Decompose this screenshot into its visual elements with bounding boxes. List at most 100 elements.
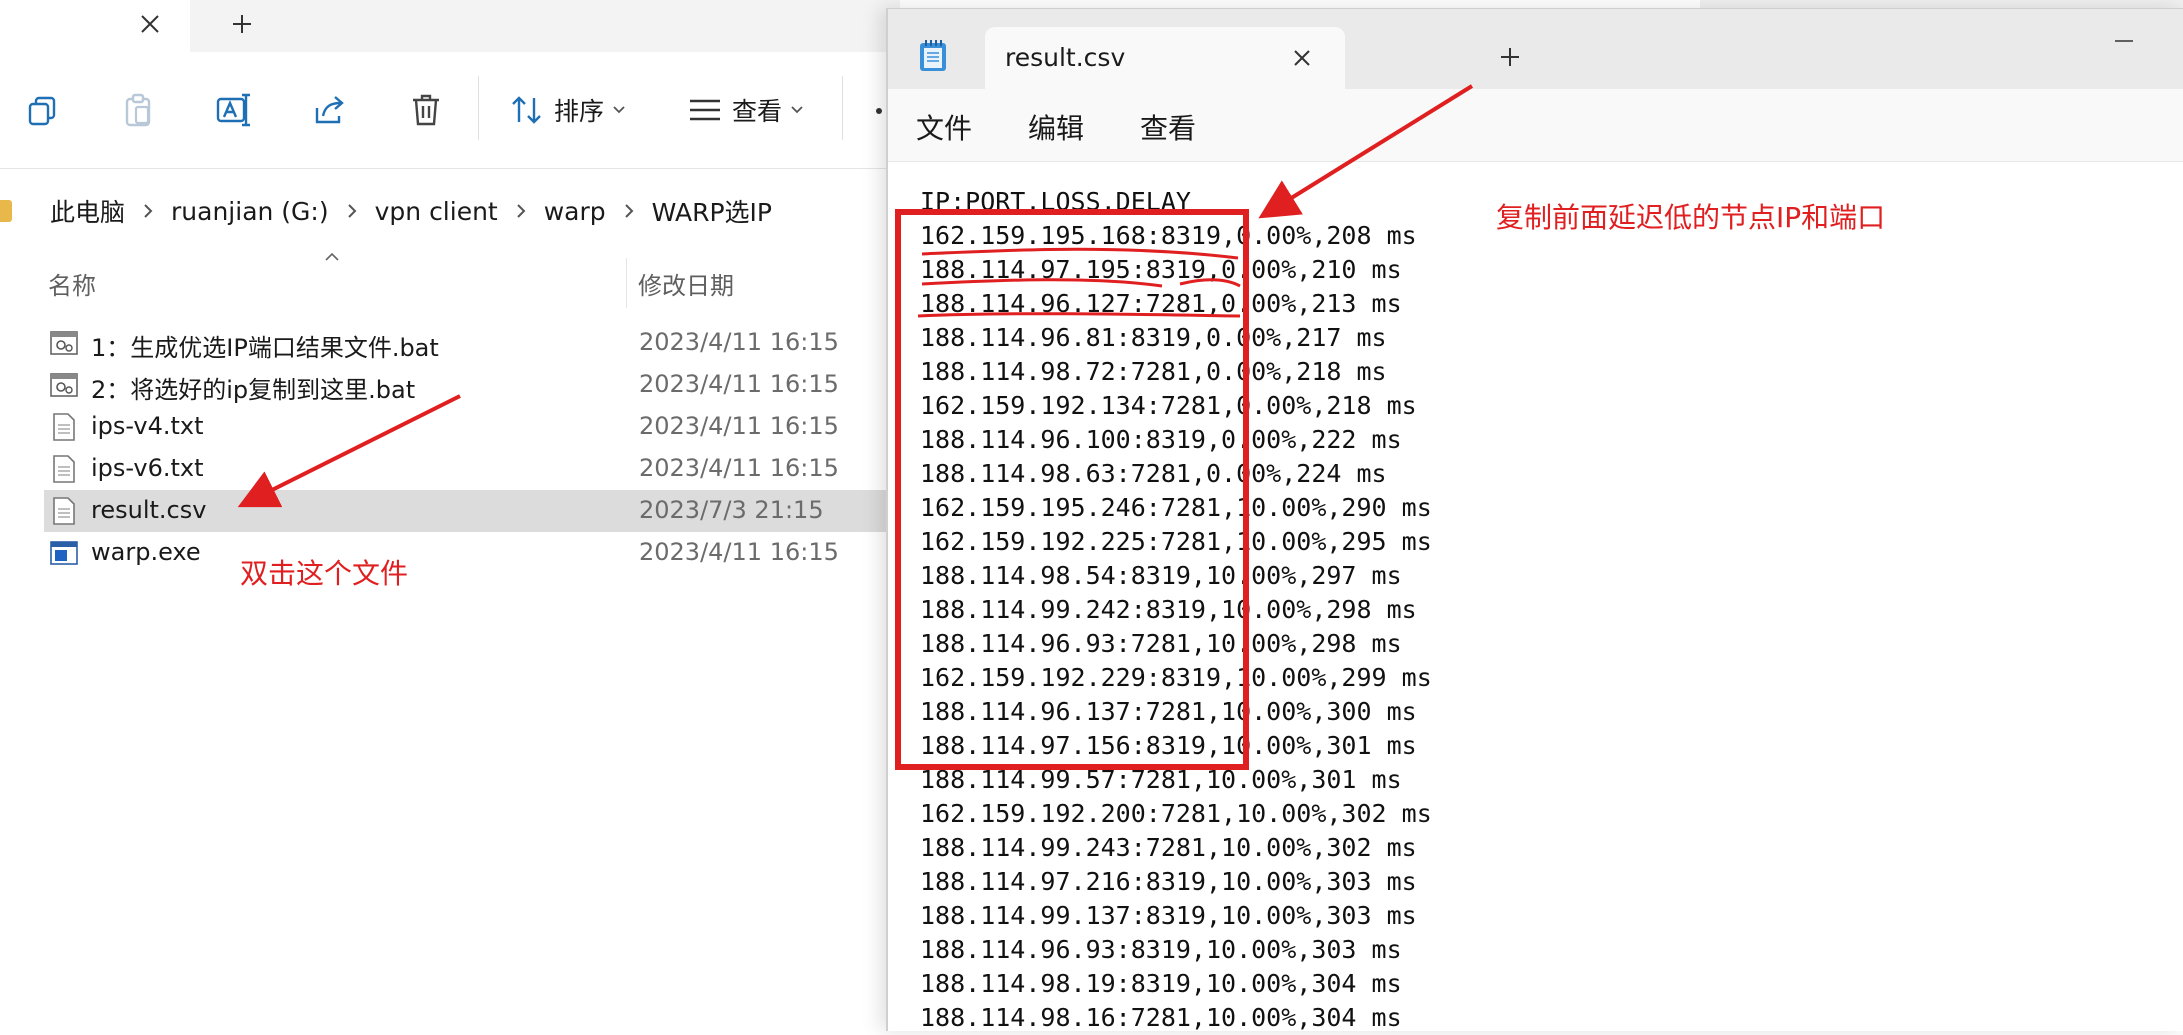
background-window: [1700, 0, 2183, 8]
minimize-icon[interactable]: [2106, 23, 2142, 59]
file-row-selected[interactable]: result.csv 2023/7/3 21:15: [44, 490, 900, 532]
csv-line: 188.114.99.242:8319,10.00%,298 ms: [920, 595, 1417, 624]
toolbar-separator: [842, 76, 843, 140]
column-header-name[interactable]: 名称: [48, 266, 96, 301]
toolbar-separator: [478, 76, 479, 140]
notepad-app-icon: [918, 39, 948, 77]
annotation-double-click: 双击这个文件: [240, 557, 409, 590]
file-row[interactable]: ips-v6.txt 2023/4/11 16:15: [44, 448, 900, 490]
breadcrumb-item[interactable]: vpn client: [375, 197, 498, 226]
csv-header-line: IP:PORT,LOSS,DELAY: [920, 187, 1191, 216]
file-date: 2023/4/11 16:15: [639, 328, 839, 356]
exe-file-icon: [50, 539, 78, 567]
close-tab-icon[interactable]: [132, 6, 168, 42]
notepad-tab-bar: result.csv: [888, 9, 2183, 89]
csv-line: 162.159.192.225:7281,10.00%,295 ms: [920, 527, 1432, 556]
file-date: 2023/4/11 16:15: [639, 454, 839, 482]
file-date: 2023/7/3 21:15: [639, 496, 824, 524]
menu-view[interactable]: 查看: [1140, 107, 1196, 147]
breadcrumb-item[interactable]: 此电脑: [50, 193, 125, 229]
view-button[interactable]: 查看: [688, 90, 804, 130]
chevron-right-icon: [346, 202, 358, 220]
notepad-tab[interactable]: result.csv: [985, 27, 1345, 89]
csv-line: 188.114.96.93:8319,10.00%,303 ms: [920, 935, 1402, 964]
file-list-header: 名称 修改日期: [0, 252, 900, 316]
csv-line: 188.114.98.72:7281,0.00%,218 ms: [920, 357, 1387, 386]
annotation-copy-hint: 复制前面延迟低的节点IP和端口: [1496, 201, 1886, 234]
file-row[interactable]: 2：将选好的ip复制到这里.bat 2023/4/11 16:15: [44, 364, 900, 406]
paste-icon[interactable]: [118, 90, 158, 130]
csv-line: 162.159.192.229:8319,10.00%,299 ms: [920, 663, 1432, 692]
csv-line: 188.114.98.19:8319,10.00%,304 ms: [920, 969, 1402, 998]
chevron-down-icon: [791, 106, 803, 114]
csv-line: 162.159.192.200:7281,10.00%,302 ms: [920, 799, 1432, 828]
file-name: result.csv: [91, 496, 207, 524]
sort-button[interactable]: 排序: [510, 90, 626, 130]
tab-title: result.csv: [1005, 43, 1126, 72]
bat-file-icon: [50, 371, 78, 399]
folder-icon: [0, 200, 12, 222]
csv-line: 162.159.195.168:8319,0.00%,208 ms: [920, 221, 1417, 250]
sort-label: 排序: [554, 97, 605, 126]
share-icon[interactable]: [310, 90, 350, 130]
new-tab-icon[interactable]: [224, 6, 260, 42]
file-name: warp.exe: [91, 538, 201, 566]
breadcrumb-item[interactable]: ruanjian (G:): [171, 197, 329, 226]
file-row[interactable]: warp.exe 2023/4/11 16:15: [44, 532, 900, 574]
breadcrumb-item[interactable]: WARP选IP: [652, 193, 772, 229]
csv-line: 188.114.99.57:7281,10.00%,301 ms: [920, 765, 1402, 794]
file-name: ips-v4.txt: [91, 412, 204, 440]
explorer-command-bar: 排序 查看: [0, 52, 900, 169]
file-date: 2023/4/11 16:15: [639, 412, 839, 440]
explorer-tab-bar: [0, 0, 900, 52]
csv-line: 188.114.97.195:8319,0.00%,210 ms: [920, 255, 1402, 284]
csv-line: 188.114.96.127:7281,0.00%,213 ms: [920, 289, 1402, 318]
bat-file-icon: [50, 329, 78, 357]
csv-line: 162.159.192.134:7281,0.00%,218 ms: [920, 391, 1417, 420]
more-options-icon[interactable]: [876, 108, 882, 114]
text-editor[interactable]: IP:PORT,LOSS,DELAY 162.159.195.168:8319,…: [920, 185, 1432, 1035]
csv-line: 188.114.99.137:8319,10.00%,303 ms: [920, 901, 1417, 930]
sort-ascending-icon: [325, 252, 339, 261]
explorer-tab[interactable]: [0, 0, 190, 52]
notepad-menu-bar: 文件 编辑 查看: [888, 89, 2183, 162]
file-name: 1：生成优选IP端口结果文件.bat: [91, 334, 439, 362]
file-row[interactable]: ips-v4.txt 2023/4/11 16:15: [44, 406, 900, 448]
close-tab-icon[interactable]: [1285, 41, 1319, 75]
csv-line: 188.114.99.243:7281,10.00%,302 ms: [920, 833, 1417, 862]
csv-line: 188.114.96.81:8319,0.00%,217 ms: [920, 323, 1387, 352]
chevron-right-icon: [142, 202, 154, 220]
menu-file[interactable]: 文件: [916, 107, 972, 147]
file-date: 2023/4/11 16:15: [639, 538, 839, 566]
copy-icon[interactable]: [22, 90, 62, 130]
text-file-icon: [50, 413, 78, 441]
file-name: 2：将选好的ip复制到这里.bat: [91, 376, 416, 404]
column-header-date[interactable]: 修改日期: [638, 266, 734, 301]
column-divider[interactable]: [626, 258, 627, 308]
csv-line: 188.114.96.137:7281,10.00%,300 ms: [920, 697, 1417, 726]
chevron-down-icon: [613, 106, 625, 114]
breadcrumb-item[interactable]: warp: [544, 197, 606, 226]
sort-icon: [512, 96, 541, 124]
chevron-right-icon: [515, 202, 527, 220]
csv-line: 188.114.98.16:7281,10.00%,304 ms: [920, 1003, 1402, 1032]
menu-edit[interactable]: 编辑: [1028, 107, 1084, 147]
breadcrumb: 此电脑 ruanjian (G:) vpn client warp WARP选I…: [0, 184, 900, 238]
file-explorer-window: 排序 查看 此电脑 ruanjian (G:) vpn client warp …: [0, 0, 900, 1030]
csv-line: 188.114.96.93:7281,10.00%,298 ms: [920, 629, 1402, 658]
file-date: 2023/4/11 16:15: [639, 370, 839, 398]
chevron-right-icon: [623, 202, 635, 220]
new-tab-icon[interactable]: [1492, 39, 1528, 75]
csv-line: 188.114.97.156:8319,10.00%,301 ms: [920, 731, 1417, 760]
delete-icon[interactable]: [406, 90, 446, 130]
csv-line: 188.114.96.100:8319,0.00%,222 ms: [920, 425, 1402, 454]
csv-line: 162.159.195.246:7281,10.00%,290 ms: [920, 493, 1432, 522]
file-row[interactable]: 1：生成优选IP端口结果文件.bat 2023/4/11 16:15: [44, 322, 900, 364]
csv-line: 188.114.98.63:7281,0.00%,224 ms: [920, 459, 1387, 488]
notepad-window: result.csv 文件 编辑 查看 IP:PORT,LOSS,DELAY 1…: [886, 8, 2183, 1032]
rename-icon[interactable]: [214, 90, 254, 130]
text-file-icon: [50, 455, 78, 483]
csv-line: 188.114.98.54:8319,10.00%,297 ms: [920, 561, 1402, 590]
text-file-icon: [50, 497, 78, 525]
file-name: ips-v6.txt: [91, 454, 204, 482]
